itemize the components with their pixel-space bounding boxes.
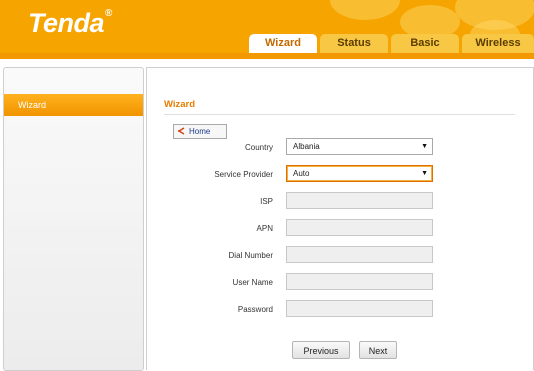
apn-field[interactable] <box>286 219 433 236</box>
dial-number-field[interactable] <box>286 246 433 263</box>
isp-label: ISP <box>260 197 273 206</box>
service-provider-value: Auto <box>293 169 310 178</box>
user-name-label: User Name <box>232 278 273 287</box>
apn-label: APN <box>256 224 273 233</box>
user-name-field[interactable] <box>286 273 433 290</box>
home-arrow-icon <box>177 127 185 135</box>
isp-field[interactable] <box>286 192 433 209</box>
tab-basic[interactable]: Basic <box>391 34 459 53</box>
sidebar-item-wizard[interactable]: Wizard <box>4 94 143 116</box>
page-title: Wizard <box>164 99 196 110</box>
password-label: Password <box>237 305 273 314</box>
service-provider-label: Service Provider <box>214 170 273 179</box>
country-label: Country <box>244 143 273 152</box>
service-provider-select[interactable]: Auto ▼ <box>286 165 433 182</box>
country-value: Albania <box>293 142 320 151</box>
chevron-down-icon: ▼ <box>421 170 428 177</box>
tenda-logo: Tenda® <box>28 8 112 38</box>
tab-wizard[interactable]: Wizard <box>249 34 317 53</box>
menu-subbar <box>0 53 534 59</box>
main-panel: Wizard Home Country Albania ▼ Service Pr… <box>146 67 534 370</box>
password-field[interactable] <box>286 300 433 317</box>
next-button[interactable]: Next <box>359 341 397 359</box>
sidebar: Wizard <box>3 67 144 371</box>
title-divider <box>164 114 515 115</box>
country-select[interactable]: Albania ▼ <box>286 138 433 155</box>
dial-number-label: Dial Number <box>228 251 273 260</box>
tab-status[interactable]: Status <box>320 34 388 53</box>
home-label: Home <box>189 127 211 136</box>
previous-button[interactable]: Previous <box>292 341 350 359</box>
chevron-down-icon: ▼ <box>421 143 428 150</box>
home-button[interactable]: Home <box>173 124 227 139</box>
tab-wireless[interactable]: Wireless <box>462 34 534 53</box>
